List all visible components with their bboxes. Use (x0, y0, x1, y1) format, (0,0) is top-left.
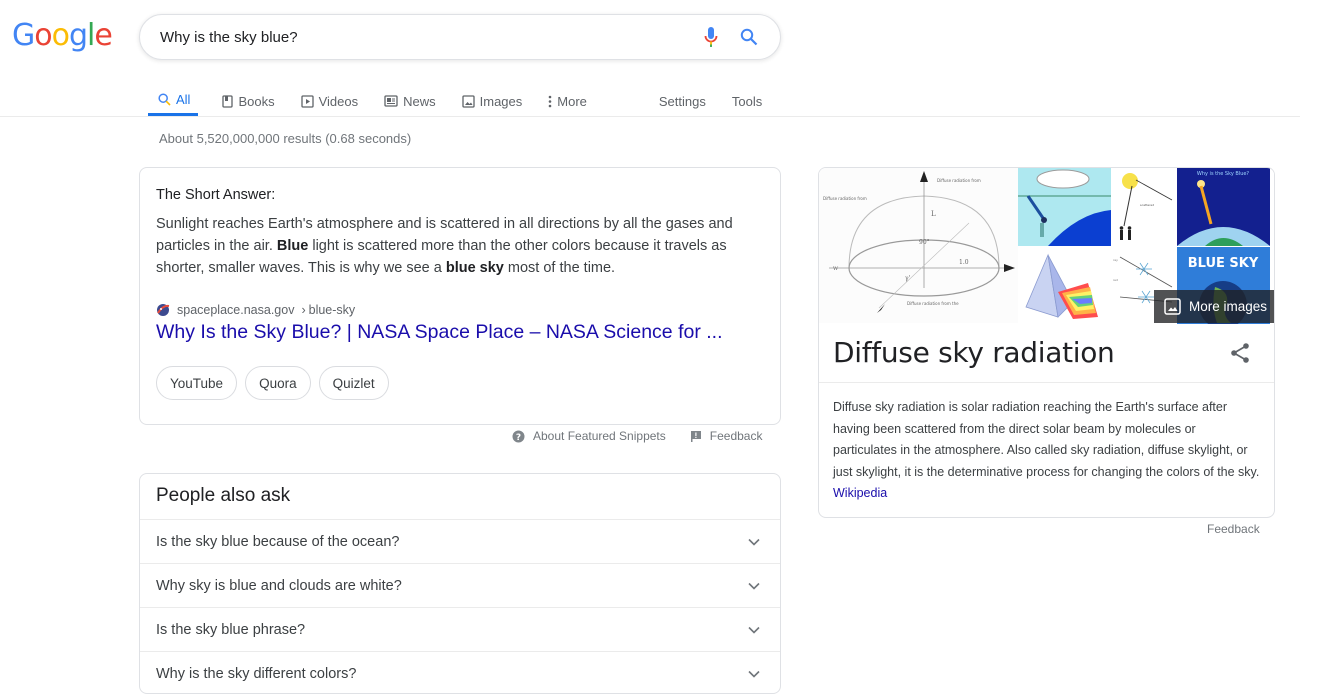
chip-quora[interactable]: Quora (245, 366, 311, 400)
featured-snippet: The Short Answer: Sunlight reaches Earth… (139, 167, 781, 425)
paa-question[interactable]: Is the sky blue because of the ocean? (140, 520, 780, 564)
sky-radiation-diagram-image: Diffuse radiation from Diffuse radiation… (819, 168, 1018, 323)
paa-question[interactable]: Why is the sky different colors? (140, 652, 780, 693)
voice-search-button[interactable] (698, 24, 724, 50)
why-sky-blue-poster-image: Why is the Sky Blue? (1177, 168, 1270, 246)
kp-image-cloud[interactable] (1018, 168, 1111, 246)
snippet-title-link[interactable]: Why Is the Sky Blue? | NASA Space Place … (156, 321, 764, 344)
tab-books[interactable]: Books (220, 78, 276, 116)
search-tabs: All Books Videos News Images More Settin… (148, 78, 786, 116)
tab-news[interactable]: News (382, 78, 438, 116)
svg-text:Diffuse radiation from: Diffuse radiation from (823, 196, 867, 201)
people-also-ask: People also ask Is the sky blue because … (139, 473, 781, 694)
tab-all[interactable]: All (148, 78, 199, 116)
knowledge-panel: Diffuse radiation from Diffuse radiation… (818, 167, 1275, 518)
chevron-down-icon (748, 626, 760, 634)
image-icon (1164, 298, 1181, 315)
svg-text:red: red (1113, 278, 1118, 282)
search-icon (158, 93, 171, 106)
tab-more[interactable]: More (546, 78, 589, 116)
kp-description: Diffuse sky radiation is solar radiation… (833, 400, 1260, 500)
wikipedia-link[interactable]: Wikipedia (833, 486, 887, 500)
prism-image (1018, 247, 1111, 324)
svg-text:Why is the Sky Blue?: Why is the Sky Blue? (1197, 171, 1250, 177)
snippet-footer: ? About Featured Snippets Feedback (512, 429, 762, 443)
nasa-favicon-icon (157, 304, 170, 316)
search-button[interactable] (736, 24, 762, 50)
sun-scatter-image: scattered (1112, 168, 1176, 246)
chevron-down-icon (748, 582, 760, 590)
chevron-down-icon (748, 670, 760, 678)
tab-videos[interactable]: Videos (299, 78, 361, 116)
paa-title: People also ask (140, 474, 780, 520)
news-icon (384, 95, 398, 107)
svg-text:?: ? (516, 432, 521, 442)
kp-feedback-link[interactable]: Feedback (1207, 522, 1260, 536)
cloud-observer-image (1018, 168, 1111, 246)
search-input[interactable] (160, 28, 686, 46)
microphone-icon (704, 27, 718, 47)
paa-question[interactable]: Why sky is blue and clouds are white? (140, 564, 780, 608)
kp-image-poster[interactable]: Why is the Sky Blue? (1177, 168, 1270, 246)
tab-images[interactable]: Images (460, 78, 525, 116)
svg-text:scattered: scattered (1140, 203, 1154, 207)
google-logo[interactable]: Google (12, 18, 113, 53)
svg-text:90°: 90° (919, 239, 930, 246)
result-stats: About 5,520,000,000 results (0.68 second… (159, 131, 412, 146)
kp-title-row: Diffuse sky radiation (819, 323, 1274, 383)
kp-image-collage: Diffuse radiation from Diffuse radiation… (819, 168, 1274, 324)
share-button[interactable] (1230, 342, 1250, 364)
svg-text:BLUE SKY: BLUE SKY (1188, 256, 1259, 271)
svg-text:Diffuse radiation from: Diffuse radiation from (937, 178, 981, 183)
share-icon (1231, 342, 1249, 363)
settings-link[interactable]: Settings (657, 78, 708, 116)
header-divider (0, 116, 1300, 117)
svg-text:γ': γ' (905, 275, 911, 282)
tools-link[interactable]: Tools (730, 78, 764, 116)
chevron-down-icon (748, 538, 760, 546)
snippet-feedback-link[interactable]: Feedback (690, 429, 762, 443)
more-images-button[interactable]: More images (1154, 290, 1274, 323)
snippet-body: Sunlight reaches Earth's atmosphere and … (156, 216, 733, 276)
svg-text:ray: ray (1113, 258, 1118, 262)
chip-youtube[interactable]: YouTube (156, 366, 238, 400)
paa-question[interactable]: Is the sky blue phrase? (140, 608, 780, 652)
feedback-flag-icon (690, 431, 701, 442)
snippet-heading: The Short Answer: (156, 187, 276, 203)
related-chips: YouTube Quora Quizlet (156, 366, 764, 400)
search-icon (740, 28, 758, 46)
chip-quizlet[interactable]: Quizlet (318, 366, 389, 400)
more-vert-icon (548, 95, 552, 107)
svg-text:Diffuse radiation from the: Diffuse radiation from the (907, 301, 959, 306)
svg-text:1.0: 1.0 (959, 259, 969, 266)
book-icon (222, 94, 234, 108)
help-icon: ? (512, 430, 525, 442)
kp-image-diagram[interactable]: Diffuse radiation from Diffuse radiation… (819, 168, 1018, 323)
play-icon (300, 94, 314, 108)
search-box (139, 14, 781, 60)
svg-text:L: L (931, 210, 936, 218)
svg-text:W: W (833, 266, 839, 272)
source-citation: spaceplace.nasa.gov › blue-sky (156, 303, 764, 317)
image-icon (461, 94, 475, 108)
kp-title: Diffuse sky radiation (833, 336, 1115, 369)
about-featured-snippets-link[interactable]: ? About Featured Snippets (512, 429, 666, 443)
kp-image-prism[interactable] (1018, 247, 1111, 324)
kp-image-sun[interactable]: scattered (1112, 168, 1176, 246)
